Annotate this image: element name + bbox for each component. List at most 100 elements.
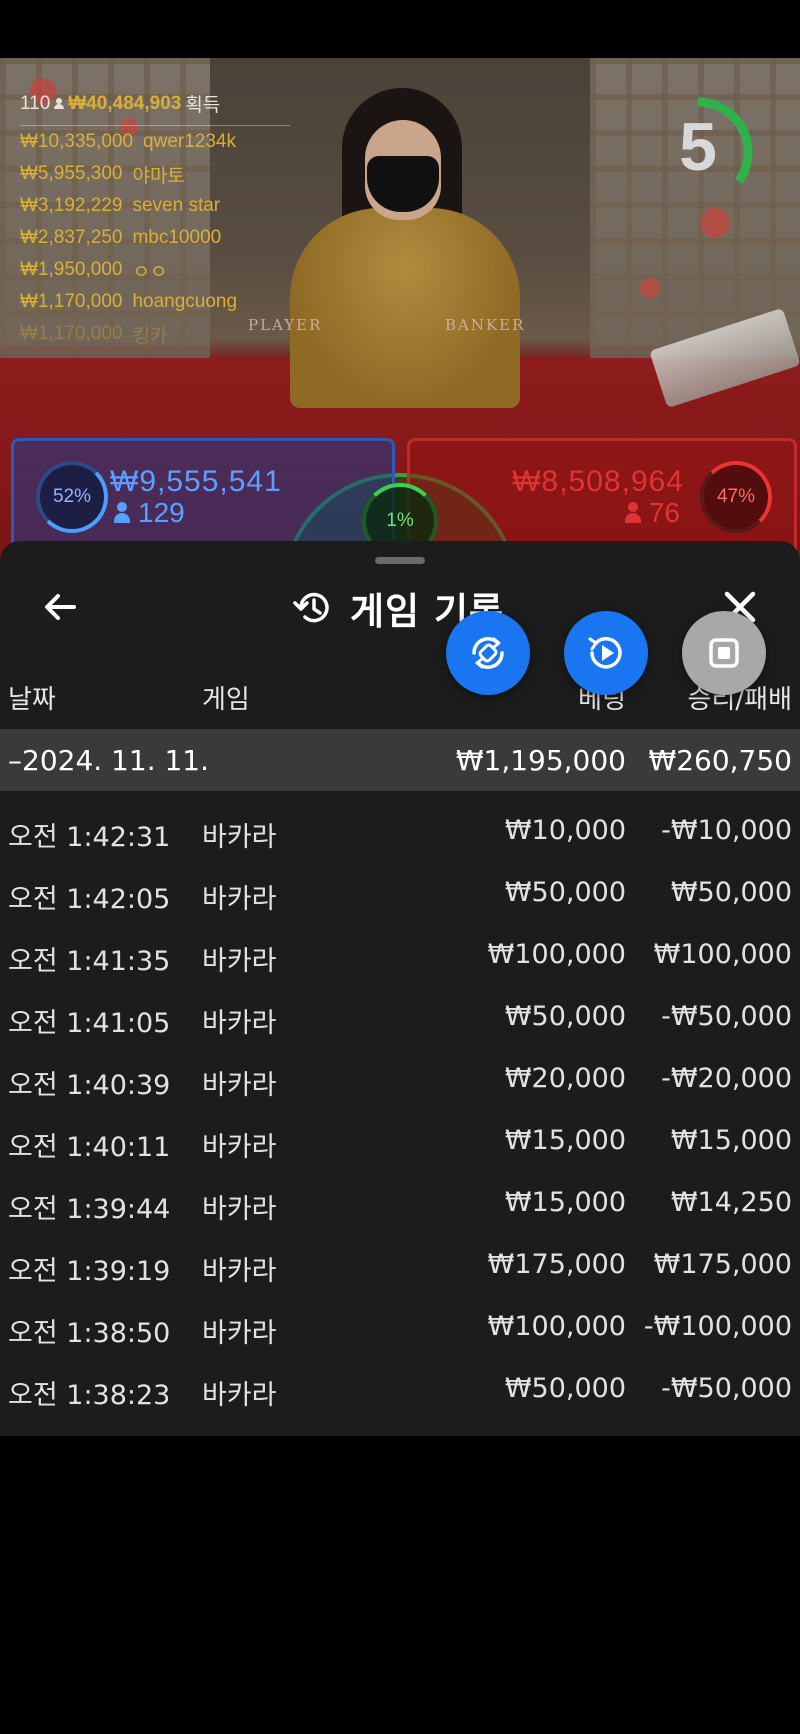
dealer-body <box>290 208 520 408</box>
sheet-drag-handle[interactable] <box>375 557 425 564</box>
leaderboard-row: ₩1,950,000 ㅇㅇ <box>20 254 290 286</box>
table-label-banker: BANKER <box>445 316 526 334</box>
player-percent: 52% <box>36 461 108 533</box>
leader-amount: ₩3,192,229 <box>20 195 123 216</box>
history-row[interactable]: 오전 1:40:39 바카라 ₩20,000 -₩20,000 <box>0 1047 800 1109</box>
row-result: ₩15,000 <box>670 1125 792 1156</box>
player-bet-amount: ₩9,555,541 <box>110 465 282 498</box>
row-game: 바카라 <box>202 1256 277 1287</box>
winners-leaderboard: 110 ₩40,484,903 획득 ₩10,335,000 qwer1234k ₩… <box>20 90 290 350</box>
countdown-value: 5 <box>679 109 717 185</box>
history-row[interactable]: 오전 1:42:31 바카라 ₩10,000 -₩10,000 <box>0 799 800 861</box>
history-row[interactable]: 오전 1:38:50 바카라 ₩100,000 -₩100,000 <box>0 1295 800 1357</box>
person-icon <box>114 502 130 524</box>
row-bet: ₩50,000 <box>504 1373 626 1404</box>
history-list: 오전 1:42:31 바카라 ₩10,000 -₩10,000 오전 1:42:05 바카… <box>0 799 800 1419</box>
row-game: 바카라 <box>202 1132 277 1163</box>
row-bet: ₩100,000 <box>487 939 626 970</box>
game-history-sheet: 게임 기록 날짜 게임 베팅 승리/패배 –2024. 11. 11. ₩1,1… <box>0 541 800 1436</box>
banker-percent: 47% <box>700 461 772 533</box>
row-time: 오전 1:42:31 <box>8 822 171 853</box>
person-icon <box>624 502 641 524</box>
row-result: ₩14,250 <box>670 1187 792 1218</box>
row-result: -₩50,000 <box>661 1001 792 1032</box>
leader-amount: ₩5,955,300 <box>20 163 123 184</box>
leader-amount: ₩10,335,000 <box>20 131 134 152</box>
date-group-header[interactable]: –2024. 11. 11. ₩1,195,000 ₩260,750 <box>0 729 800 791</box>
history-row[interactable]: 오전 1:41:05 바카라 ₩50,000 -₩50,000 <box>0 985 800 1047</box>
row-result: ₩175,000 <box>653 1249 792 1280</box>
leader-name: 킹카 <box>132 325 168 347</box>
total-winnings: ₩40,484,903 <box>68 92 182 114</box>
row-time: 오전 1:40:39 <box>8 1070 171 1101</box>
row-time: 오전 1:40:11 <box>8 1132 171 1163</box>
history-row[interactable]: 오전 1:38:23 바카라 ₩50,000 -₩50,000 <box>0 1357 800 1419</box>
stop-icon <box>709 638 739 668</box>
history-row[interactable]: 오전 1:39:19 바카라 ₩175,000 ₩175,000 <box>0 1233 800 1295</box>
leader-amount: ₩2,837,250 <box>20 227 123 248</box>
row-time: 오전 1:41:35 <box>8 946 171 977</box>
person-icon <box>54 97 65 110</box>
date-group-bet-total: ₩1,195,000 <box>455 743 626 777</box>
leader-name: ㅇㅇ <box>132 261 168 283</box>
winnings-suffix: 획득 <box>185 95 221 116</box>
decor-blossom <box>700 208 730 238</box>
row-bet: ₩100,000 <box>487 1311 626 1342</box>
row-time: 오전 1:41:05 <box>8 1008 171 1039</box>
row-game: 바카라 <box>202 884 277 915</box>
row-time: 오전 1:39:19 <box>8 1256 171 1287</box>
leaderboard-row: ₩5,955,300 야마토 <box>20 158 290 190</box>
banker-bettor-count: 76 <box>648 497 680 528</box>
history-row[interactable]: 오전 1:41:35 바카라 ₩100,000 ₩100,000 <box>0 923 800 985</box>
row-game: 바카라 <box>202 1008 277 1039</box>
column-header-game: 게임 <box>202 685 250 715</box>
row-bet: ₩10,000 <box>504 815 626 846</box>
leader-amount: ₩1,950,000 <box>20 259 123 280</box>
history-row[interactable]: 오전 1:42:05 바카라 ₩50,000 ₩50,000 <box>0 861 800 923</box>
screen-rotate-button[interactable] <box>446 611 530 695</box>
row-time: 오전 1:39:44 <box>8 1194 171 1225</box>
date-group-date: –2024. 11. 11. <box>8 743 210 777</box>
row-bet: ₩50,000 <box>504 1001 626 1032</box>
player-bettors: 129 <box>114 497 185 529</box>
countdown-timer: 5 <box>668 90 768 200</box>
replay-icon <box>588 637 622 669</box>
date-group-win-total: ₩260,750 <box>648 743 792 777</box>
winner-count: 110 <box>20 92 51 114</box>
history-icon <box>293 592 329 623</box>
leaderboard-row: ₩2,837,250 mbc10000 <box>20 222 290 254</box>
row-game: 바카라 <box>202 946 277 977</box>
row-result: -₩10,000 <box>661 815 792 846</box>
row-time: 오전 1:38:23 <box>8 1380 171 1411</box>
row-bet: ₩15,000 <box>504 1187 626 1218</box>
banker-bet-amount: ₩8,508,964 <box>512 465 684 498</box>
row-game: 바카라 <box>202 1380 277 1411</box>
row-game: 바카라 <box>202 1318 277 1349</box>
row-result: -₩20,000 <box>661 1063 792 1094</box>
screen-rotate-icon <box>472 637 504 669</box>
row-bet: ₩20,000 <box>504 1063 626 1094</box>
replay-button[interactable] <box>564 611 648 695</box>
leaderboard-header: 110 ₩40,484,903 획득 <box>20 90 290 126</box>
row-bet: ₩50,000 <box>504 877 626 908</box>
leaderboard-list: ₩10,335,000 qwer1234k ₩5,955,300 야마토 ₩3,192,… <box>20 126 290 350</box>
history-row[interactable]: 오전 1:40:11 바카라 ₩15,000 ₩15,000 <box>0 1109 800 1171</box>
leader-amount: ₩1,170,000 <box>20 291 123 312</box>
decor-blossom <box>640 278 660 298</box>
leaderboard-row: ₩3,192,229 seven star <box>20 190 290 222</box>
leader-name: 야마토 <box>132 165 185 187</box>
row-result: ₩50,000 <box>670 877 792 908</box>
back-button[interactable] <box>36 583 84 631</box>
row-time: 오전 1:42:05 <box>8 884 171 915</box>
stop-button[interactable] <box>682 611 766 695</box>
history-row[interactable]: 오전 1:39:44 바카라 ₩15,000 ₩14,250 <box>0 1171 800 1233</box>
row-bet: ₩15,000 <box>504 1125 626 1156</box>
row-time: 오전 1:38:50 <box>8 1318 171 1349</box>
column-header-date: 날짜 <box>8 685 56 715</box>
row-game: 바카라 <box>202 1070 277 1101</box>
player-bettor-count: 129 <box>138 497 185 528</box>
row-game: 바카라 <box>202 822 277 853</box>
leaderboard-row: ₩1,170,000 킹카 <box>20 318 290 350</box>
row-result: -₩50,000 <box>661 1373 792 1404</box>
leader-name: mbc10000 <box>132 227 222 248</box>
